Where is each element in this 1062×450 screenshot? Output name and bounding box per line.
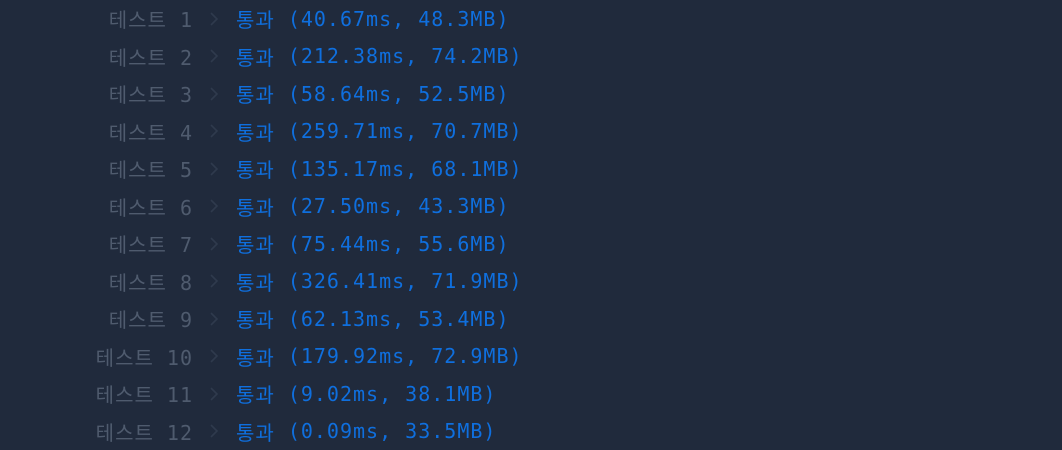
test-result-row: 테스트 8 통과 (326.41ms, 71.9MB) — [0, 263, 1062, 300]
test-label: 테스트 2 — [108, 45, 193, 70]
chevron-right-icon — [205, 310, 223, 328]
test-detail: (135.17ms, 68.1MB) — [287, 156, 523, 181]
test-detail: (9.02ms, 38.1MB) — [287, 381, 497, 406]
test-label: 테스트 7 — [108, 233, 193, 257]
chevron-right-icon — [205, 235, 223, 253]
test-result-row: 테스트 7 통과 (75.44ms, 55.6MB) — [0, 225, 1062, 262]
chevron-right-icon — [205, 10, 223, 28]
test-label: 테스트 10 — [95, 345, 193, 370]
chevron-right-icon — [205, 347, 223, 365]
test-status: 통과 — [236, 8, 275, 32]
test-label: 테스트 8 — [108, 270, 193, 295]
test-result-row: 테스트 12 통과 (0.09ms, 33.5MB) — [0, 413, 1062, 450]
chevron-right-icon — [205, 272, 223, 290]
test-label: 테스트 1 — [108, 8, 193, 32]
test-status: 통과 — [236, 158, 275, 182]
test-label: 테스트 6 — [108, 195, 193, 220]
chevron-right-icon — [205, 122, 223, 140]
test-label: 테스트 3 — [108, 83, 193, 107]
chevron-right-icon — [205, 47, 223, 65]
test-label: 테스트 9 — [108, 308, 193, 332]
test-status: 통과 — [236, 420, 275, 445]
test-detail: (27.50ms, 43.3MB) — [287, 194, 510, 218]
test-result-row: 테스트 10 통과 (179.92ms, 72.9MB) — [0, 338, 1062, 375]
test-status: 통과 — [236, 120, 275, 145]
test-result-row: 테스트 6 통과 (27.50ms, 43.3MB) — [0, 188, 1062, 225]
test-status: 통과 — [236, 345, 275, 370]
test-result-row: 테스트 3 통과 (58.64ms, 52.5MB) — [0, 75, 1062, 112]
test-detail: (179.92ms, 72.9MB) — [287, 344, 523, 368]
test-status: 통과 — [236, 308, 275, 332]
test-detail: (58.64ms, 52.5MB) — [287, 81, 510, 106]
test-detail: (326.41ms, 71.9MB) — [287, 269, 523, 293]
test-label: 테스트 12 — [95, 420, 193, 445]
test-result-row: 테스트 9 통과 (62.13ms, 53.4MB) — [0, 300, 1062, 337]
test-result-row: 테스트 1 통과 (40.67ms, 48.3MB) — [0, 0, 1062, 37]
test-status: 통과 — [236, 383, 275, 407]
test-label: 테스트 11 — [95, 383, 193, 407]
chevron-right-icon — [205, 422, 223, 440]
test-detail: (212.38ms, 74.2MB) — [287, 44, 523, 68]
test-detail: (0.09ms, 33.5MB) — [287, 419, 497, 443]
test-detail: (259.71ms, 70.7MB) — [287, 119, 523, 143]
chevron-right-icon — [205, 160, 223, 178]
test-label: 테스트 5 — [108, 158, 193, 182]
test-status: 통과 — [236, 233, 275, 257]
chevron-right-icon — [205, 197, 223, 215]
test-detail: (75.44ms, 55.6MB) — [287, 231, 510, 256]
test-detail: (40.67ms, 48.3MB) — [287, 6, 510, 31]
test-result-row: 테스트 2 통과 (212.38ms, 74.2MB) — [0, 38, 1062, 75]
test-result-row: 테스트 5 통과 (135.17ms, 68.1MB) — [0, 150, 1062, 187]
test-result-row: 테스트 4 통과 (259.71ms, 70.7MB) — [0, 113, 1062, 150]
test-status: 통과 — [236, 195, 275, 220]
chevron-right-icon — [205, 85, 223, 103]
test-status: 통과 — [236, 45, 275, 70]
test-result-row: 테스트 11 통과 (9.02ms, 38.1MB) — [0, 375, 1062, 412]
test-status: 통과 — [236, 83, 275, 107]
test-label: 테스트 4 — [108, 120, 193, 145]
test-detail: (62.13ms, 53.4MB) — [287, 306, 510, 331]
chevron-right-icon — [205, 385, 223, 403]
test-results-list: 테스트 1 통과 (40.67ms, 48.3MB) 테스트 2 통과 (212… — [0, 0, 1062, 450]
test-status: 통과 — [236, 270, 275, 295]
